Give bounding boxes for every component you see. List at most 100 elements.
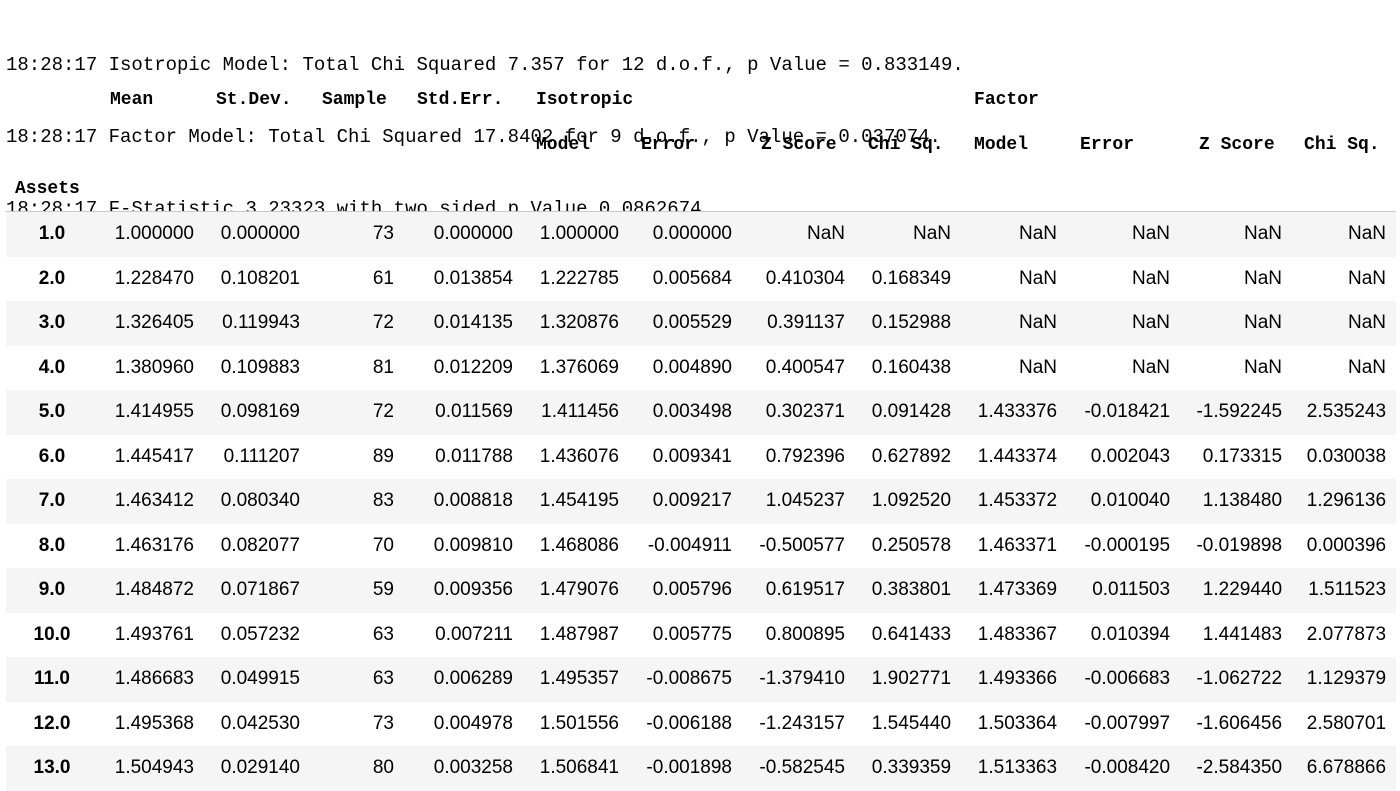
table-cell: 1.486683 xyxy=(114,668,194,690)
results-dataframe: Mean St.Dev. Sample Std.Err. Isotropic F… xyxy=(6,78,1397,791)
table-cell: 1.484872 xyxy=(114,579,194,601)
header-row-sub: Model Error Z Score Chi Sq. Model Error … xyxy=(6,122,1396,167)
table-cell: 81 xyxy=(372,356,394,378)
table-cell: 0.004890 xyxy=(652,356,732,378)
table-cell: 1.326405 xyxy=(114,312,194,334)
sub-header-iso-zscore: Z Score xyxy=(761,134,837,155)
table-cell: 0.002043 xyxy=(1090,445,1171,467)
table-cell: NaN xyxy=(1019,267,1058,289)
blank-header xyxy=(204,122,310,167)
index-name-header: Assets xyxy=(6,167,98,212)
table-cell: 1.493366 xyxy=(977,668,1058,690)
table-cell: NaN xyxy=(1348,356,1387,378)
table-cell: 0.030038 xyxy=(1306,445,1387,467)
table-cell: 0.011503 xyxy=(1092,579,1171,601)
table-cell: 1.443374 xyxy=(977,445,1058,467)
row-index: 10.0 xyxy=(33,623,71,645)
table-cell: 1.495357 xyxy=(539,668,619,690)
group-header-factor: Factor xyxy=(974,90,1039,110)
table-row: 8.0 1.463176 0.082077 70 0.009810 1.468086 -0.… xyxy=(6,523,1397,568)
table-cell: 70 xyxy=(372,534,394,556)
sub-header-factor-error: Error xyxy=(1080,134,1135,155)
table-cell: 61 xyxy=(372,267,394,289)
row-index: 3.0 xyxy=(38,312,66,334)
table-cell: 1.513363 xyxy=(977,757,1058,779)
table-cell: 0.173315 xyxy=(1202,445,1283,467)
table-cell: 1.463412 xyxy=(114,490,194,512)
table-cell: 72 xyxy=(372,312,394,334)
table-cell: 1.045237 xyxy=(765,490,845,512)
table-row: 3.0 1.326405 0.119943 72 0.014135 1.320876 0.0… xyxy=(6,301,1397,346)
log-line: 18:28:17 Isotropic Model: Total Chi Squa… xyxy=(6,54,964,76)
row-index: 5.0 xyxy=(38,401,66,423)
table-cell: 0.003498 xyxy=(652,401,732,423)
header-row-index: Assets xyxy=(6,167,1397,212)
table-cell: 1.504943 xyxy=(114,757,194,779)
table-cell: 1.503364 xyxy=(977,712,1058,734)
table-cell: NaN xyxy=(1019,223,1058,245)
table-cell: 1.445417 xyxy=(114,445,194,467)
table-cell: 0.109883 xyxy=(220,356,300,378)
table-cell: 0.010394 xyxy=(1090,623,1171,645)
table-cell: 2.077873 xyxy=(1306,623,1387,645)
table-cell: 1.138480 xyxy=(1202,490,1283,512)
table-row: 6.0 1.445417 0.111207 89 0.011788 1.436076 0.0… xyxy=(6,434,1397,479)
table-cell: 0.080340 xyxy=(220,490,300,512)
table-row: 12.0 1.495368 0.042530 73 0.004978 1.501556 -0… xyxy=(6,701,1397,746)
table-cell: 1.495368 xyxy=(114,712,194,734)
table-cell: 0.005796 xyxy=(652,579,732,601)
index-header-blank xyxy=(6,78,98,122)
table-cell: 2.535243 xyxy=(1306,401,1387,423)
row-index: 2.0 xyxy=(38,267,66,289)
blank-header xyxy=(310,122,404,167)
table-cell: -0.008420 xyxy=(1084,757,1171,779)
table-cell: 1.414955 xyxy=(114,401,194,423)
table-cell: 0.091428 xyxy=(871,401,952,423)
table-cell: 0.111207 xyxy=(223,445,300,467)
row-index: 1.0 xyxy=(38,223,66,245)
table-cell: -0.000195 xyxy=(1084,534,1171,556)
table-cell: 1.000000 xyxy=(539,223,619,245)
table-cell: -1.062722 xyxy=(1196,668,1283,690)
table-cell: -0.006188 xyxy=(646,712,732,734)
blank-header xyxy=(404,167,523,212)
table-cell: 1.511523 xyxy=(1308,579,1387,601)
table-row: 4.0 1.380960 0.109883 81 0.012209 1.376069 0.0… xyxy=(6,345,1397,390)
col-header-sample: Sample xyxy=(322,90,387,110)
table-cell: -1.243157 xyxy=(759,712,845,734)
table-body: 1.0 1.000000 0.000000 73 0.000000 1.000000 0.0… xyxy=(6,211,1397,791)
blank-header xyxy=(98,122,204,167)
table-cell: 0.800895 xyxy=(765,623,845,645)
table-cell: 0.011569 xyxy=(435,401,513,423)
table-cell: 0.012209 xyxy=(433,356,513,378)
table-cell: 0.009217 xyxy=(652,490,732,512)
table-cell: NaN xyxy=(806,223,845,245)
table-cell: NaN xyxy=(1132,356,1171,378)
table-row: 5.0 1.414955 0.098169 72 0.011569 1.411456 0.0… xyxy=(6,390,1397,435)
col-header-stdev: St.Dev. xyxy=(216,90,292,110)
table-cell: 0.005775 xyxy=(652,623,732,645)
table-cell: 0.410304 xyxy=(765,267,845,289)
table-cell: NaN xyxy=(1244,223,1283,245)
table-cell: 0.119943 xyxy=(222,312,300,334)
table-cell: 83 xyxy=(372,490,394,512)
sub-header-iso-chisq: Chi Sq. xyxy=(868,134,944,155)
table-cell: NaN xyxy=(913,223,952,245)
table-cell: 0.042530 xyxy=(220,712,300,734)
table-cell: 0.082077 xyxy=(220,534,300,556)
table-cell: 0.619517 xyxy=(765,579,845,601)
table-cell: 0.000000 xyxy=(652,223,732,245)
table-cell: -1.606456 xyxy=(1196,712,1283,734)
row-index: 9.0 xyxy=(38,579,66,601)
table-cell: 0.007211 xyxy=(435,623,513,645)
blank-header xyxy=(204,167,310,212)
table-cell: 0.013854 xyxy=(433,267,513,289)
table-cell: -0.018421 xyxy=(1084,401,1171,423)
table-cell: 1.473369 xyxy=(977,579,1058,601)
blank-header xyxy=(1067,167,1181,212)
table-cell: 0.339359 xyxy=(871,757,952,779)
table-cell: 1.380960 xyxy=(114,356,194,378)
table-cell: 1.229440 xyxy=(1202,579,1283,601)
blank-header xyxy=(961,167,1068,212)
blank-header xyxy=(742,167,855,212)
